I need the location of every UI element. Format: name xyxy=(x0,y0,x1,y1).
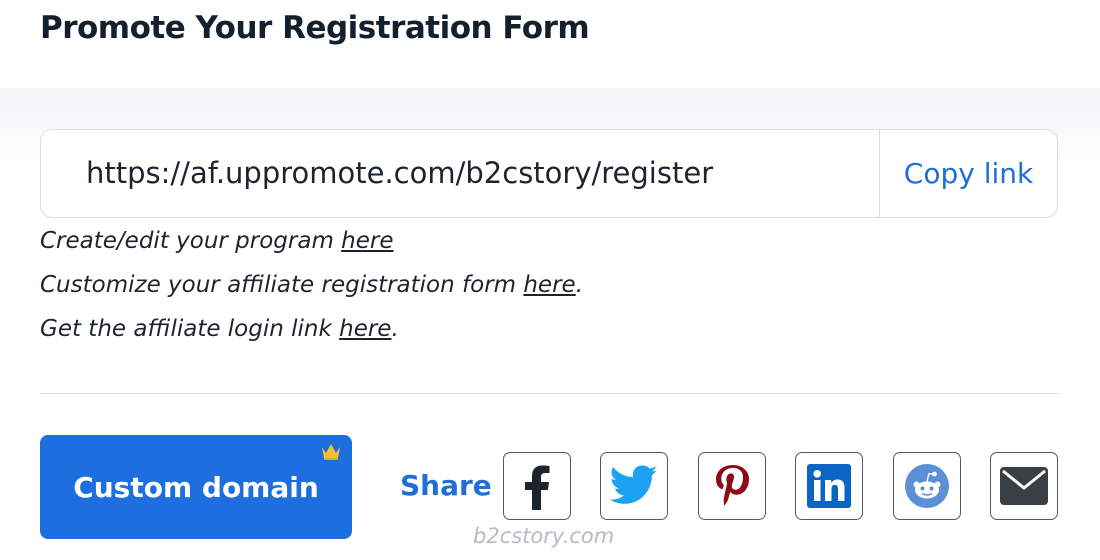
watermark: b2cstory.com xyxy=(473,524,615,548)
share-linkedin-button[interactable] xyxy=(795,452,863,520)
pinterest-icon xyxy=(716,465,749,506)
reddit-icon xyxy=(905,464,949,508)
customize-form-link[interactable]: here xyxy=(523,272,575,298)
info-line-login-link: Get the affiliate login link here. xyxy=(40,316,399,342)
share-facebook-button[interactable] xyxy=(503,452,571,520)
info-text: Customize your affiliate registration fo… xyxy=(40,272,524,298)
share-reddit-button[interactable] xyxy=(893,452,961,520)
crown-icon xyxy=(322,444,340,460)
registration-url-field[interactable]: https://af.uppromote.com/b2cstory/regist… xyxy=(86,156,713,190)
registration-link-box: https://af.uppromote.com/b2cstory/regist… xyxy=(40,129,1058,218)
email-icon xyxy=(1000,467,1048,505)
share-pinterest-button[interactable] xyxy=(698,452,766,520)
page-title: Promote Your Registration Form xyxy=(40,10,590,46)
custom-domain-button[interactable]: Custom domain xyxy=(40,435,352,539)
info-text: Create/edit your program xyxy=(40,228,342,254)
page-header: Promote Your Registration Form xyxy=(0,0,1100,88)
twitter-icon xyxy=(610,465,658,504)
share-label: Share xyxy=(400,469,492,502)
info-text: Get the affiliate login link xyxy=(40,316,340,342)
linkedin-icon xyxy=(807,464,851,508)
section-divider xyxy=(40,393,1060,394)
info-line-registration-form: Customize your affiliate registration fo… xyxy=(40,272,583,298)
info-suffix: . xyxy=(391,316,399,342)
custom-domain-label: Custom domain xyxy=(73,470,319,504)
share-email-button[interactable] xyxy=(990,452,1058,520)
share-twitter-button[interactable] xyxy=(600,452,668,520)
copy-link-button[interactable]: Copy link xyxy=(879,130,1057,217)
info-suffix: . xyxy=(575,272,584,298)
edit-program-link[interactable]: here xyxy=(341,228,393,254)
info-line-program: Create/edit your program here xyxy=(40,228,394,254)
login-link[interactable]: here xyxy=(339,316,391,342)
facebook-icon xyxy=(525,465,550,510)
